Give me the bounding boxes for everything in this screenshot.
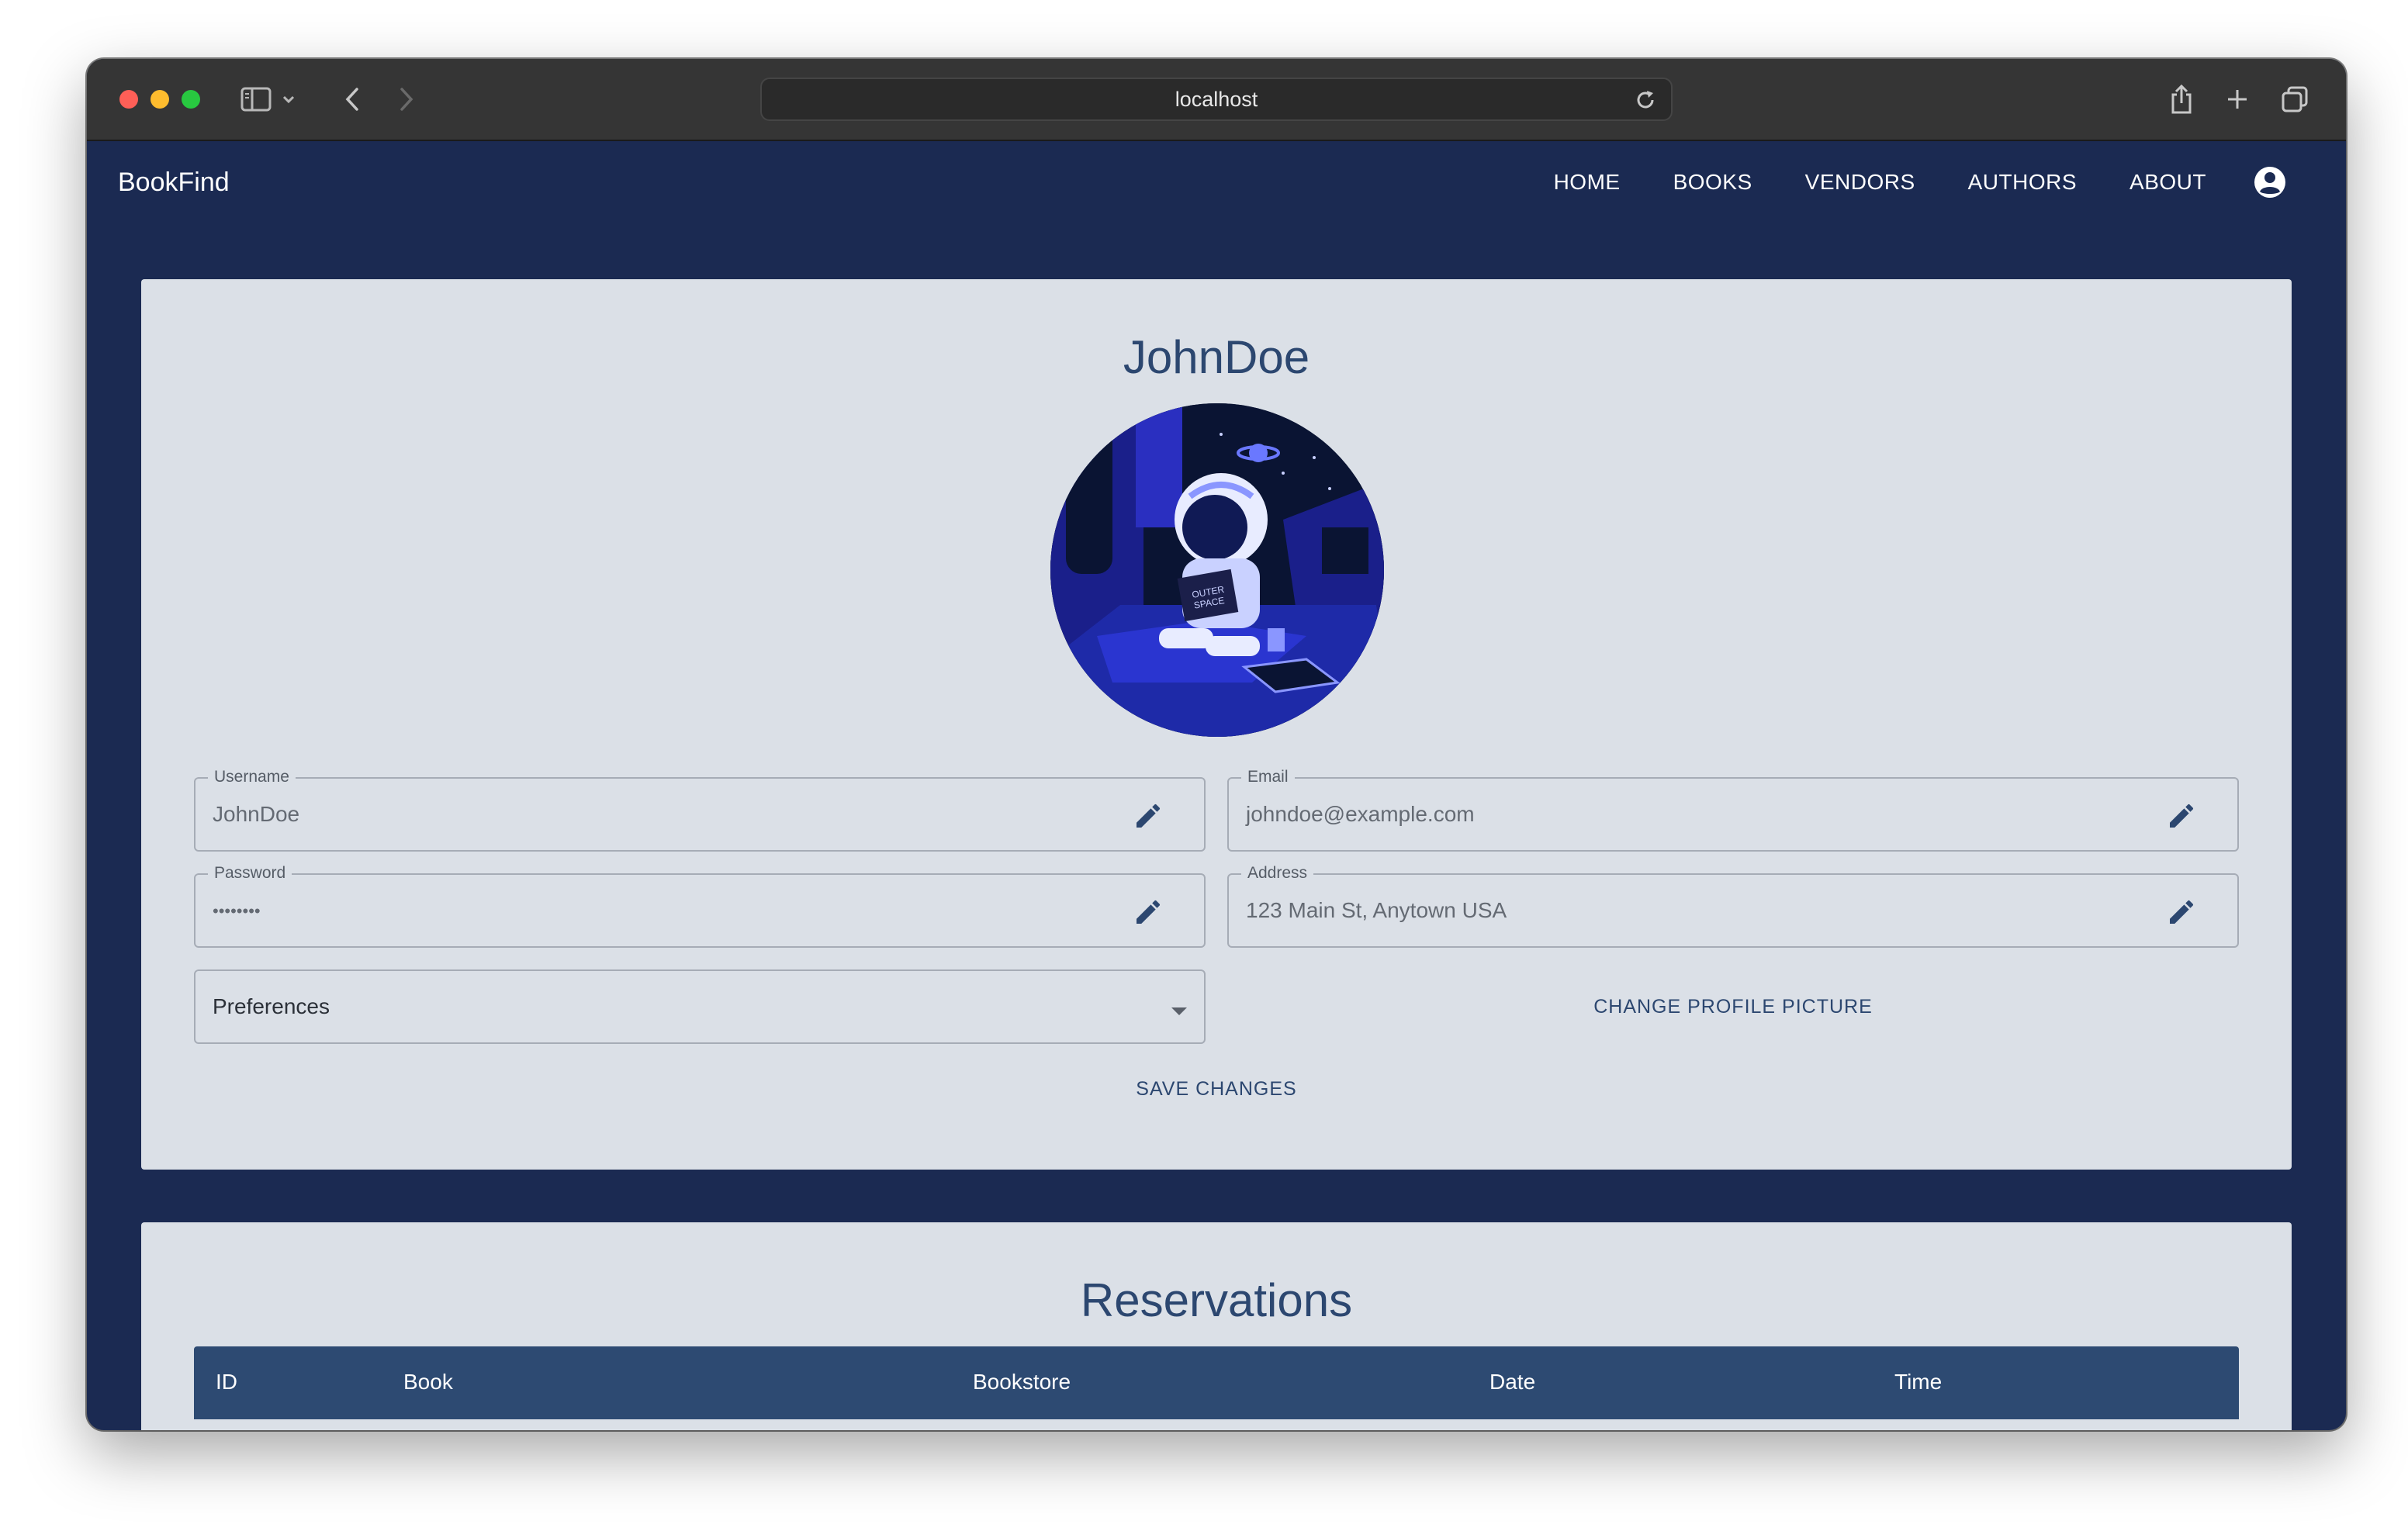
address-field[interactable]: Address 123 Main St, Anytown USA — [1227, 864, 2239, 948]
browser-window: localhost BookFind HOME BOOKS VENDORS AU… — [87, 59, 2346, 1430]
edit-username-pencil-icon[interactable] — [1131, 799, 1165, 833]
url-text: localhost — [1175, 87, 1258, 111]
address-label: Address — [1241, 864, 1314, 883]
reservations-card: Reservations ID Book Bookstore Date Time — [141, 1222, 2292, 1430]
app-navbar: BookFind HOME BOOKS VENDORS AUTHORS ABOU… — [87, 141, 2346, 223]
back-arrow-icon[interactable] — [332, 79, 372, 119]
reservations-table-header: ID Book Bookstore Date Time — [194, 1346, 2239, 1419]
edit-password-pencil-icon[interactable] — [1131, 895, 1165, 929]
profile-card: JohnDoe OUTER SPACE Username JohnDoe Ema… — [141, 279, 2292, 1170]
nav-books[interactable]: BOOKS — [1673, 170, 1752, 195]
edit-email-pencil-icon[interactable] — [2164, 799, 2199, 833]
email-value[interactable]: johndoe@example.com — [1246, 802, 1475, 827]
close-window-button[interactable] — [119, 90, 138, 109]
share-icon[interactable] — [2161, 79, 2202, 119]
forward-arrow-icon[interactable] — [386, 79, 427, 119]
nav-authors[interactable]: AUTHORS — [1968, 170, 2077, 195]
reload-icon[interactable] — [1634, 88, 1657, 117]
username-field[interactable]: Username JohnDoe — [194, 768, 1206, 852]
column-header-book[interactable]: Book — [403, 1370, 453, 1394]
change-profile-picture-button[interactable]: CHANGE PROFILE PICTURE — [1227, 996, 2239, 1018]
preferences-select[interactable]: Preferences — [194, 969, 1206, 1044]
zoom-window-button[interactable] — [182, 90, 200, 109]
nav-about[interactable]: ABOUT — [2129, 170, 2206, 195]
reservations-title: Reservations — [1080, 1274, 1353, 1326]
brand-logo[interactable]: BookFind — [118, 168, 230, 198]
password-field[interactable]: Password •••••••• — [194, 864, 1206, 948]
column-header-id[interactable]: ID — [216, 1370, 237, 1394]
astronaut-reading-illustration: OUTER SPACE — [1050, 403, 1384, 737]
preferences-value: Preferences — [213, 994, 330, 1018]
new-tab-icon[interactable] — [2217, 79, 2258, 119]
email-label: Email — [1241, 768, 1295, 786]
sidebar-toggle-icon[interactable] — [236, 79, 276, 119]
save-changes-button[interactable]: SAVE CHANGES — [141, 1078, 2292, 1101]
tab-overview-icon[interactable] — [2275, 79, 2315, 119]
edit-address-pencil-icon[interactable] — [2164, 895, 2199, 929]
nav-vendors[interactable]: VENDORS — [1805, 170, 1915, 195]
username-value[interactable]: JohnDoe — [213, 802, 299, 827]
nav-home[interactable]: HOME — [1554, 170, 1621, 195]
minimize-window-button[interactable] — [150, 90, 169, 109]
address-value[interactable]: 123 Main St, Anytown USA — [1246, 898, 1507, 923]
address-bar[interactable]: localhost — [760, 78, 1673, 121]
browser-toolbar: localhost — [87, 59, 2346, 141]
password-label: Password — [208, 864, 292, 883]
profile-username-heading: JohnDoe — [1123, 331, 1310, 383]
column-header-date[interactable]: Date — [1489, 1370, 1535, 1394]
email-field[interactable]: Email johndoe@example.com — [1227, 768, 2239, 852]
account-circle-icon[interactable] — [2253, 165, 2287, 199]
column-header-time[interactable]: Time — [1894, 1370, 1942, 1394]
chevron-down-icon[interactable] — [276, 79, 301, 119]
username-label: Username — [208, 768, 296, 786]
main-nav: HOME BOOKS VENDORS AUTHORS ABOUT — [1554, 141, 2346, 223]
password-value[interactable]: •••••••• — [213, 901, 261, 921]
column-header-bookstore[interactable]: Bookstore — [973, 1370, 1071, 1394]
avatar: OUTER SPACE — [1050, 403, 1384, 737]
caret-down-icon[interactable] — [1171, 1005, 1187, 1019]
